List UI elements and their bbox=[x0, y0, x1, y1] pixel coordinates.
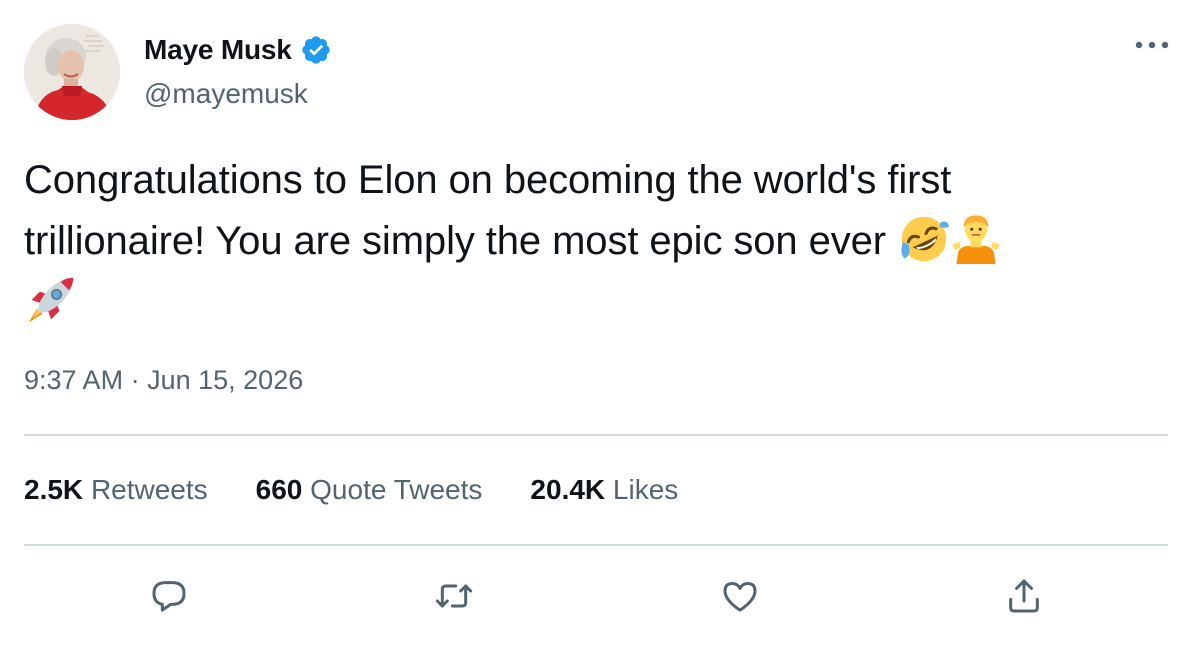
author-handle[interactable]: @mayemusk bbox=[144, 78, 308, 110]
quote-tweets-count: 660 bbox=[255, 474, 303, 505]
tweet-text-line1: Congratulations to Elon on becoming the … bbox=[24, 158, 952, 202]
person-shrugging-emoji-icon bbox=[951, 214, 1001, 264]
more-dots-icon bbox=[1135, 41, 1169, 49]
like-icon bbox=[723, 582, 757, 612]
tweet-card: Maye Musk @mayemusk Congratulations to E… bbox=[0, 0, 1192, 668]
retweet-icon bbox=[435, 584, 473, 608]
divider bbox=[24, 434, 1168, 436]
quote-tweets-stat[interactable]: 660 Quote Tweets bbox=[256, 474, 483, 506]
display-name[interactable]: Maye Musk bbox=[144, 34, 292, 66]
likes-count: 20.4K bbox=[530, 474, 606, 505]
author-name-row: Maye Musk bbox=[144, 30, 332, 70]
avatar-photo-icon bbox=[24, 24, 120, 120]
quote-tweets-label: Quote Tweets bbox=[310, 474, 483, 505]
avatar[interactable] bbox=[24, 24, 120, 120]
tweet-text-line2: trillionaire! You are simply the most ep… bbox=[24, 219, 886, 263]
more-options-button[interactable] bbox=[1132, 30, 1172, 60]
like-button[interactable] bbox=[716, 572, 764, 620]
likes-label: Likes bbox=[612, 474, 679, 505]
tweet-date[interactable]: Jun 15, 2026 bbox=[147, 365, 303, 395]
timestamp-separator: · bbox=[130, 365, 140, 395]
verified-badge-icon bbox=[301, 36, 330, 64]
retweets-label: Retweets bbox=[90, 474, 208, 505]
rolling-on-floor-laughing-emoji-icon bbox=[899, 214, 950, 264]
share-icon bbox=[1009, 579, 1039, 613]
tweet-time[interactable]: 9:37 AM bbox=[24, 365, 123, 395]
reply-button[interactable] bbox=[145, 572, 193, 620]
likes-stat[interactable]: 20.4K Likes bbox=[530, 474, 678, 506]
share-button[interactable] bbox=[1000, 572, 1048, 620]
retweets-count: 2.5K bbox=[24, 474, 84, 505]
tweet-timestamp[interactable]: 9:37 AM · Jun 15, 2026 bbox=[24, 365, 303, 396]
tweet-stats: 2.5K Retweets 660 Quote Tweets 20.4K Lik… bbox=[24, 474, 678, 506]
divider bbox=[24, 544, 1168, 546]
rocket-emoji-icon bbox=[26, 275, 76, 325]
retweet-button[interactable] bbox=[430, 572, 478, 620]
tweet-text: Congratulations to Elon on becoming the … bbox=[24, 150, 1164, 333]
reply-icon bbox=[152, 581, 186, 612]
retweets-stat[interactable]: 2.5K Retweets bbox=[24, 474, 208, 506]
tweet-actions-bar bbox=[0, 572, 1192, 622]
